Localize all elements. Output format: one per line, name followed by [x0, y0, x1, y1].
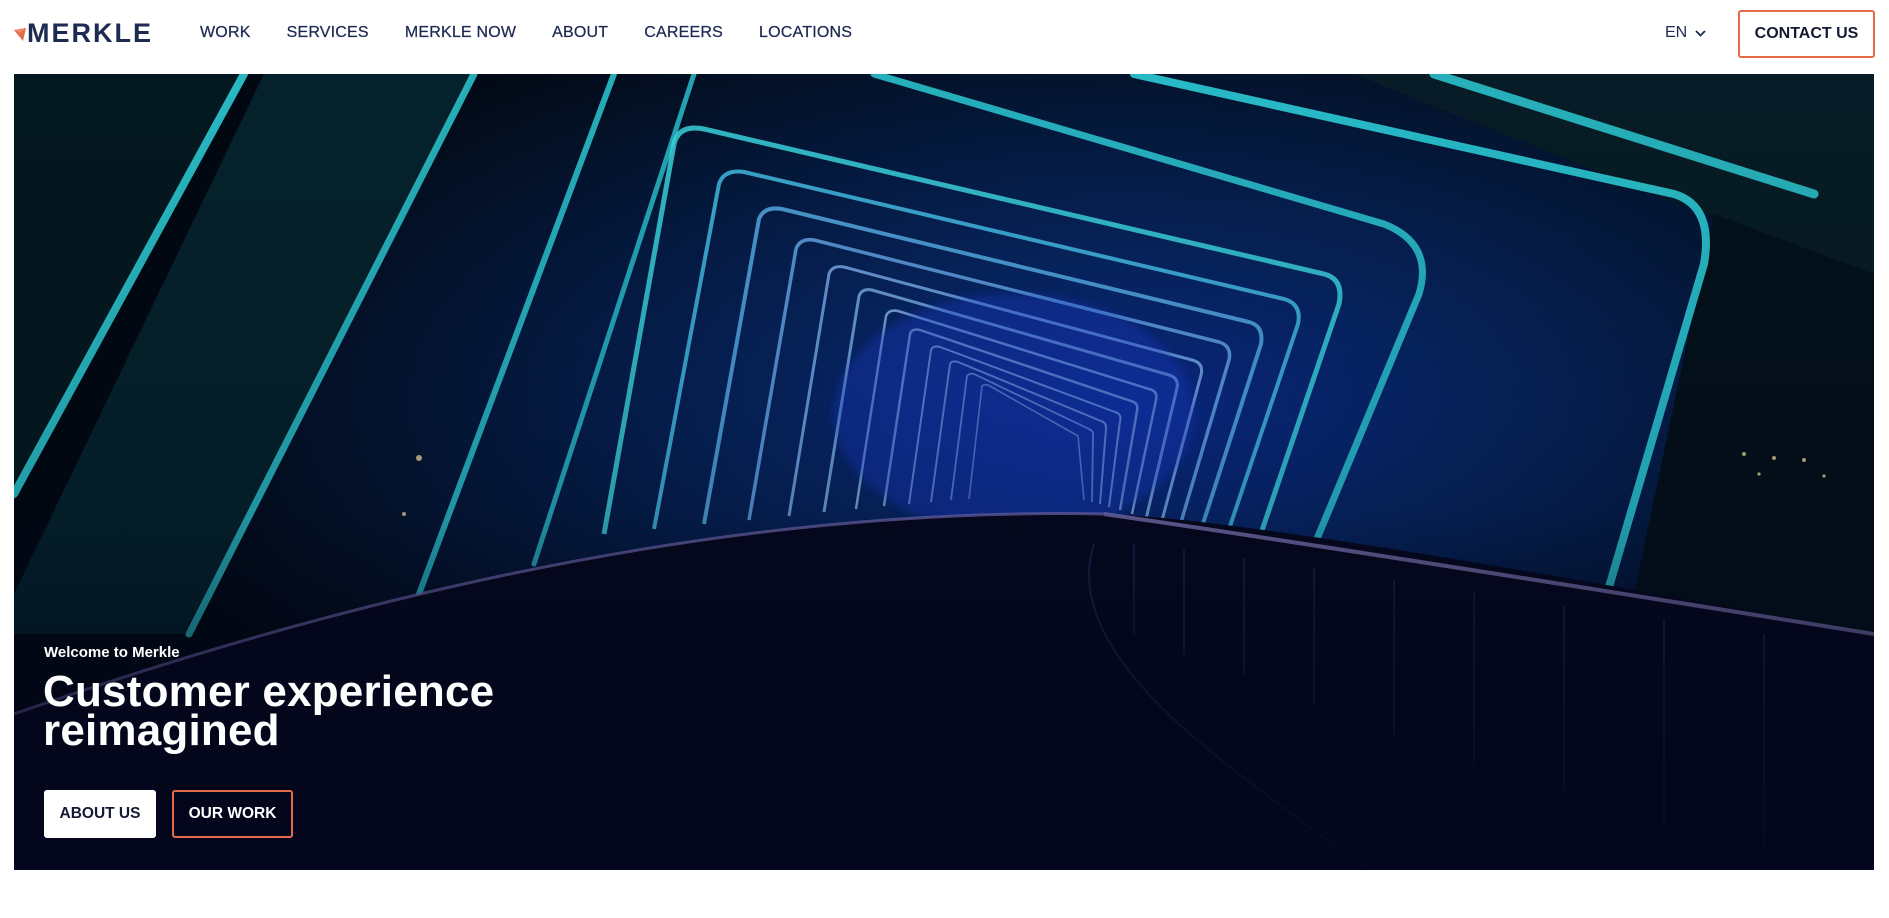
nav-item-services[interactable]: SERVICES: [286, 24, 369, 42]
nav-item-careers[interactable]: CAREERS: [644, 24, 723, 42]
site-header: MERKLE WORK SERVICES MERKLE NOW ABOUT CA…: [0, 0, 1889, 74]
hero-section: Welcome to Merkle Customer experience re…: [14, 74, 1874, 870]
hero-actions: ABOUT US OUR WORK: [44, 790, 293, 838]
nav-item-locations[interactable]: LOCATIONS: [759, 24, 852, 42]
nav-item-work[interactable]: WORK: [200, 24, 251, 42]
language-selector[interactable]: EN: [1665, 22, 1706, 44]
language-label: EN: [1665, 24, 1688, 41]
hero-eyebrow: Welcome to Merkle: [44, 644, 180, 661]
contact-us-button[interactable]: CONTACT US: [1738, 10, 1875, 58]
our-work-button[interactable]: OUR WORK: [172, 790, 293, 838]
logo-mark-icon: [14, 27, 26, 41]
about-us-button[interactable]: ABOUT US: [44, 790, 156, 838]
main-nav: WORK SERVICES MERKLE NOW ABOUT CAREERS L…: [200, 0, 888, 66]
nav-item-merkle-now[interactable]: MERKLE NOW: [405, 24, 516, 42]
hero-bridge-image: [14, 74, 1874, 870]
merkle-logo[interactable]: MERKLE: [14, 18, 153, 48]
hero-title: Customer experience reimagined: [43, 667, 495, 755]
logo-text: MERKLE: [27, 18, 153, 48]
chevron-down-icon: [1695, 29, 1706, 37]
nav-item-about[interactable]: ABOUT: [552, 24, 608, 42]
